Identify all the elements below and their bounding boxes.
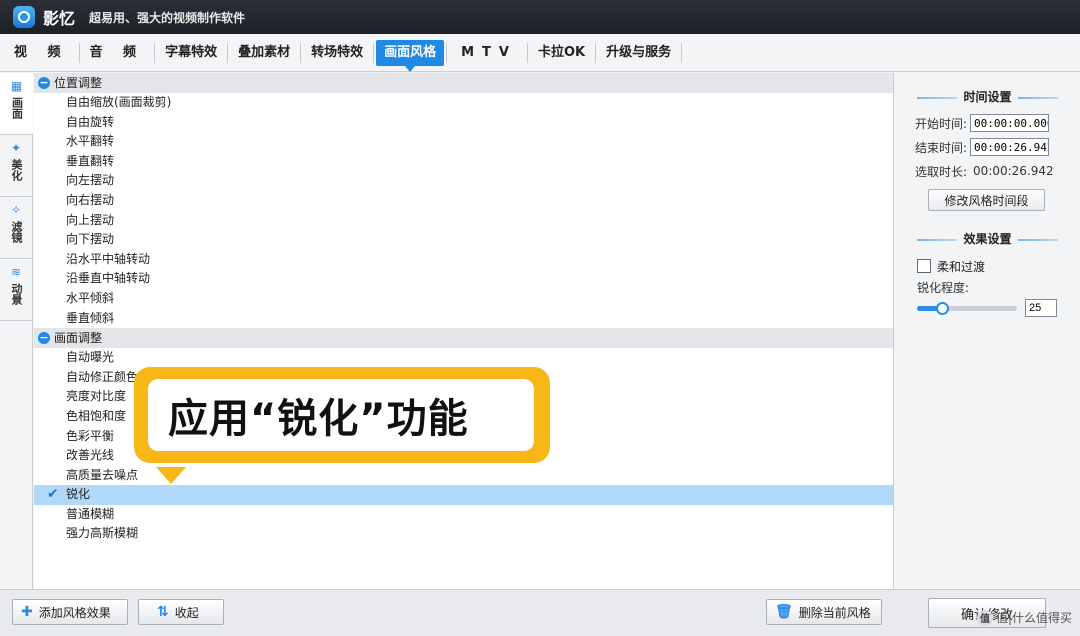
start-time-input[interactable]: [970, 114, 1050, 132]
start-time-label: 开始时间:: [915, 116, 968, 131]
style-list: − 位置调整 自由缩放(画面裁剪) 自由旋转 水平翻转 垂直翻转 向左摆动 向右…: [34, 73, 894, 589]
group-header-picture[interactable]: − 画面调整: [34, 328, 893, 349]
menu-picture-style[interactable]: 画面风格: [376, 39, 445, 72]
side-tab-label: 动景: [10, 283, 23, 305]
side-tab-motion[interactable]: ≋ 动景: [0, 259, 32, 321]
list-item[interactable]: 普通模糊: [34, 505, 893, 525]
side-tab-label: 滤镜: [10, 221, 23, 243]
list-item[interactable]: 垂直倾斜: [34, 309, 893, 329]
menu-bar: 视 频 音 频 字幕特效 叠加素材 转场特效 画面风格 MTV 卡拉OK 升级与…: [0, 34, 1080, 72]
delete-style-label: 删除当前风格: [798, 605, 871, 620]
menu-separator: [154, 42, 156, 63]
trash-icon: 🗑: [775, 604, 793, 620]
effect-settings-title: 效果设置: [895, 231, 1080, 247]
group-header-position[interactable]: − 位置调整: [34, 73, 893, 93]
sharpen-label-row: 锐化程度:: [895, 277, 1080, 297]
menu-overlay-material[interactable]: 叠加素材: [230, 40, 298, 66]
list-item[interactable]: 自由缩放(画面裁剪): [34, 93, 893, 113]
menu-mtv[interactable]: MTV: [449, 40, 525, 66]
sharpen-slider-handle[interactable]: [936, 301, 949, 315]
waves-icon: ≋: [10, 265, 22, 279]
menu-upgrade-service[interactable]: 升级与服务: [598, 40, 679, 66]
list-item[interactable]: 向下摆动: [34, 230, 893, 250]
soft-transition-row[interactable]: 柔和过渡: [895, 255, 1080, 277]
group-title: 位置调整: [54, 76, 103, 90]
add-style-effect-button[interactable]: ✚ 添加风格效果: [12, 599, 128, 625]
menu-separator: [300, 42, 302, 63]
picture-icon: ▦: [10, 79, 23, 93]
menu-separator: [78, 42, 80, 63]
watermark-text: 值|什么值得买: [995, 611, 1072, 625]
group-title: 画面调整: [54, 331, 103, 346]
collapse-arrows-icon: ⇅: [157, 604, 169, 620]
duration-value: 00:00:26.942: [973, 164, 1054, 178]
soft-transition-checkbox[interactable]: [917, 259, 931, 273]
collapse-icon[interactable]: −: [38, 332, 50, 345]
start-time-row: 开始时间:: [895, 111, 1080, 135]
delete-style-button[interactable]: 🗑 删除当前风格: [766, 599, 882, 625]
list-item-label: 锐化: [66, 487, 91, 502]
list-item[interactable]: 水平倾斜: [34, 289, 893, 309]
watermark-logo-icon: 值: [976, 609, 993, 626]
list-item[interactable]: 垂直翻转: [34, 152, 893, 172]
list-item[interactable]: 向上摆动: [34, 211, 893, 231]
sparkle-wand-icon: ✧: [10, 203, 22, 217]
menu-separator: [446, 42, 448, 63]
menu-karaoke[interactable]: 卡拉OK: [530, 40, 593, 66]
bottom-bar: ✚ 添加风格效果 ⇅ 收起 🗑 删除当前风格 确认修改 值 值|什么值得买: [0, 589, 1080, 636]
app-slogan: 超易用、强大的视频制作软件: [89, 10, 246, 25]
sharpen-level-input[interactable]: [1025, 299, 1057, 317]
time-settings-title: 时间设置: [895, 89, 1080, 105]
list-item[interactable]: 向左摆动: [34, 171, 893, 191]
collapse-label: 收起: [174, 605, 199, 620]
end-time-label: 结束时间:: [915, 140, 968, 155]
modify-style-time-button[interactable]: 修改风格时间段: [928, 189, 1045, 211]
checkmark-icon: ✔: [47, 486, 59, 503]
list-item[interactable]: 强力高斯模糊: [34, 524, 893, 544]
side-tab-label: 画面: [10, 97, 24, 119]
duration-row: 选取时长: 00:00:26.942: [895, 159, 1080, 183]
list-item[interactable]: 向右摆动: [34, 191, 893, 211]
list-item[interactable]: 自动曝光: [34, 348, 893, 368]
menu-separator: [373, 42, 375, 63]
menu-subtitle-effects[interactable]: 字幕特效: [157, 40, 225, 66]
collapse-button[interactable]: ⇅ 收起: [138, 599, 224, 625]
menu-separator: [227, 42, 229, 63]
list-item[interactable]: 沿垂直中轴转动: [34, 269, 893, 289]
sharpen-slider[interactable]: [917, 301, 1017, 315]
side-tab-beautify[interactable]: ✦ 美化: [0, 135, 32, 197]
side-tabs: ▦ 画面 ✦ 美化 ✧ 滤镜 ≋ 动景: [0, 73, 33, 589]
app-logo-icon: [13, 6, 35, 28]
title-bar: 影忆 超易用、强大的视频制作软件: [0, 0, 1080, 34]
end-time-input[interactable]: [970, 138, 1050, 156]
menu-separator: [527, 42, 528, 63]
menu-separator: [681, 42, 683, 63]
settings-panel: 时间设置 开始时间: 结束时间: 选取时长: 00:00:26.942 修改风格…: [895, 73, 1080, 589]
watermark: 值 值|什么值得买: [976, 609, 1072, 626]
sharpen-level-label: 锐化程度:: [917, 280, 970, 295]
magic-wand-icon: ✦: [10, 141, 22, 155]
menu-separator: [595, 42, 597, 63]
menu-transition-effects[interactable]: 转场特效: [303, 40, 371, 66]
side-tab-filter[interactable]: ✧ 滤镜: [0, 197, 32, 259]
callout-text: 应用“锐化”功能: [168, 396, 469, 442]
duration-label: 选取时长:: [915, 164, 968, 179]
side-tab-picture[interactable]: ▦ 画面: [0, 73, 33, 135]
soft-transition-label: 柔和过渡: [937, 259, 986, 274]
collapse-icon[interactable]: −: [38, 77, 50, 89]
list-item[interactable]: 沿水平中轴转动: [34, 250, 893, 270]
menu-video[interactable]: 视 频: [6, 40, 77, 66]
add-style-effect-label: 添加风格效果: [38, 605, 111, 620]
end-time-row: 结束时间:: [895, 135, 1080, 159]
list-item-selected[interactable]: ✔ 锐化: [34, 485, 893, 505]
side-tab-label: 美化: [10, 159, 23, 181]
callout-box: 应用“锐化”功能: [148, 379, 534, 451]
callout-pointer: [156, 467, 186, 484]
app-name: 影忆: [43, 9, 76, 28]
magic-wand-add-icon: ✚: [21, 604, 33, 620]
list-item[interactable]: 自由旋转: [34, 113, 893, 133]
menu-audio[interactable]: 音 频: [82, 40, 153, 66]
list-item[interactable]: 水平翻转: [34, 132, 893, 152]
sharpen-slider-row: [895, 297, 1080, 319]
